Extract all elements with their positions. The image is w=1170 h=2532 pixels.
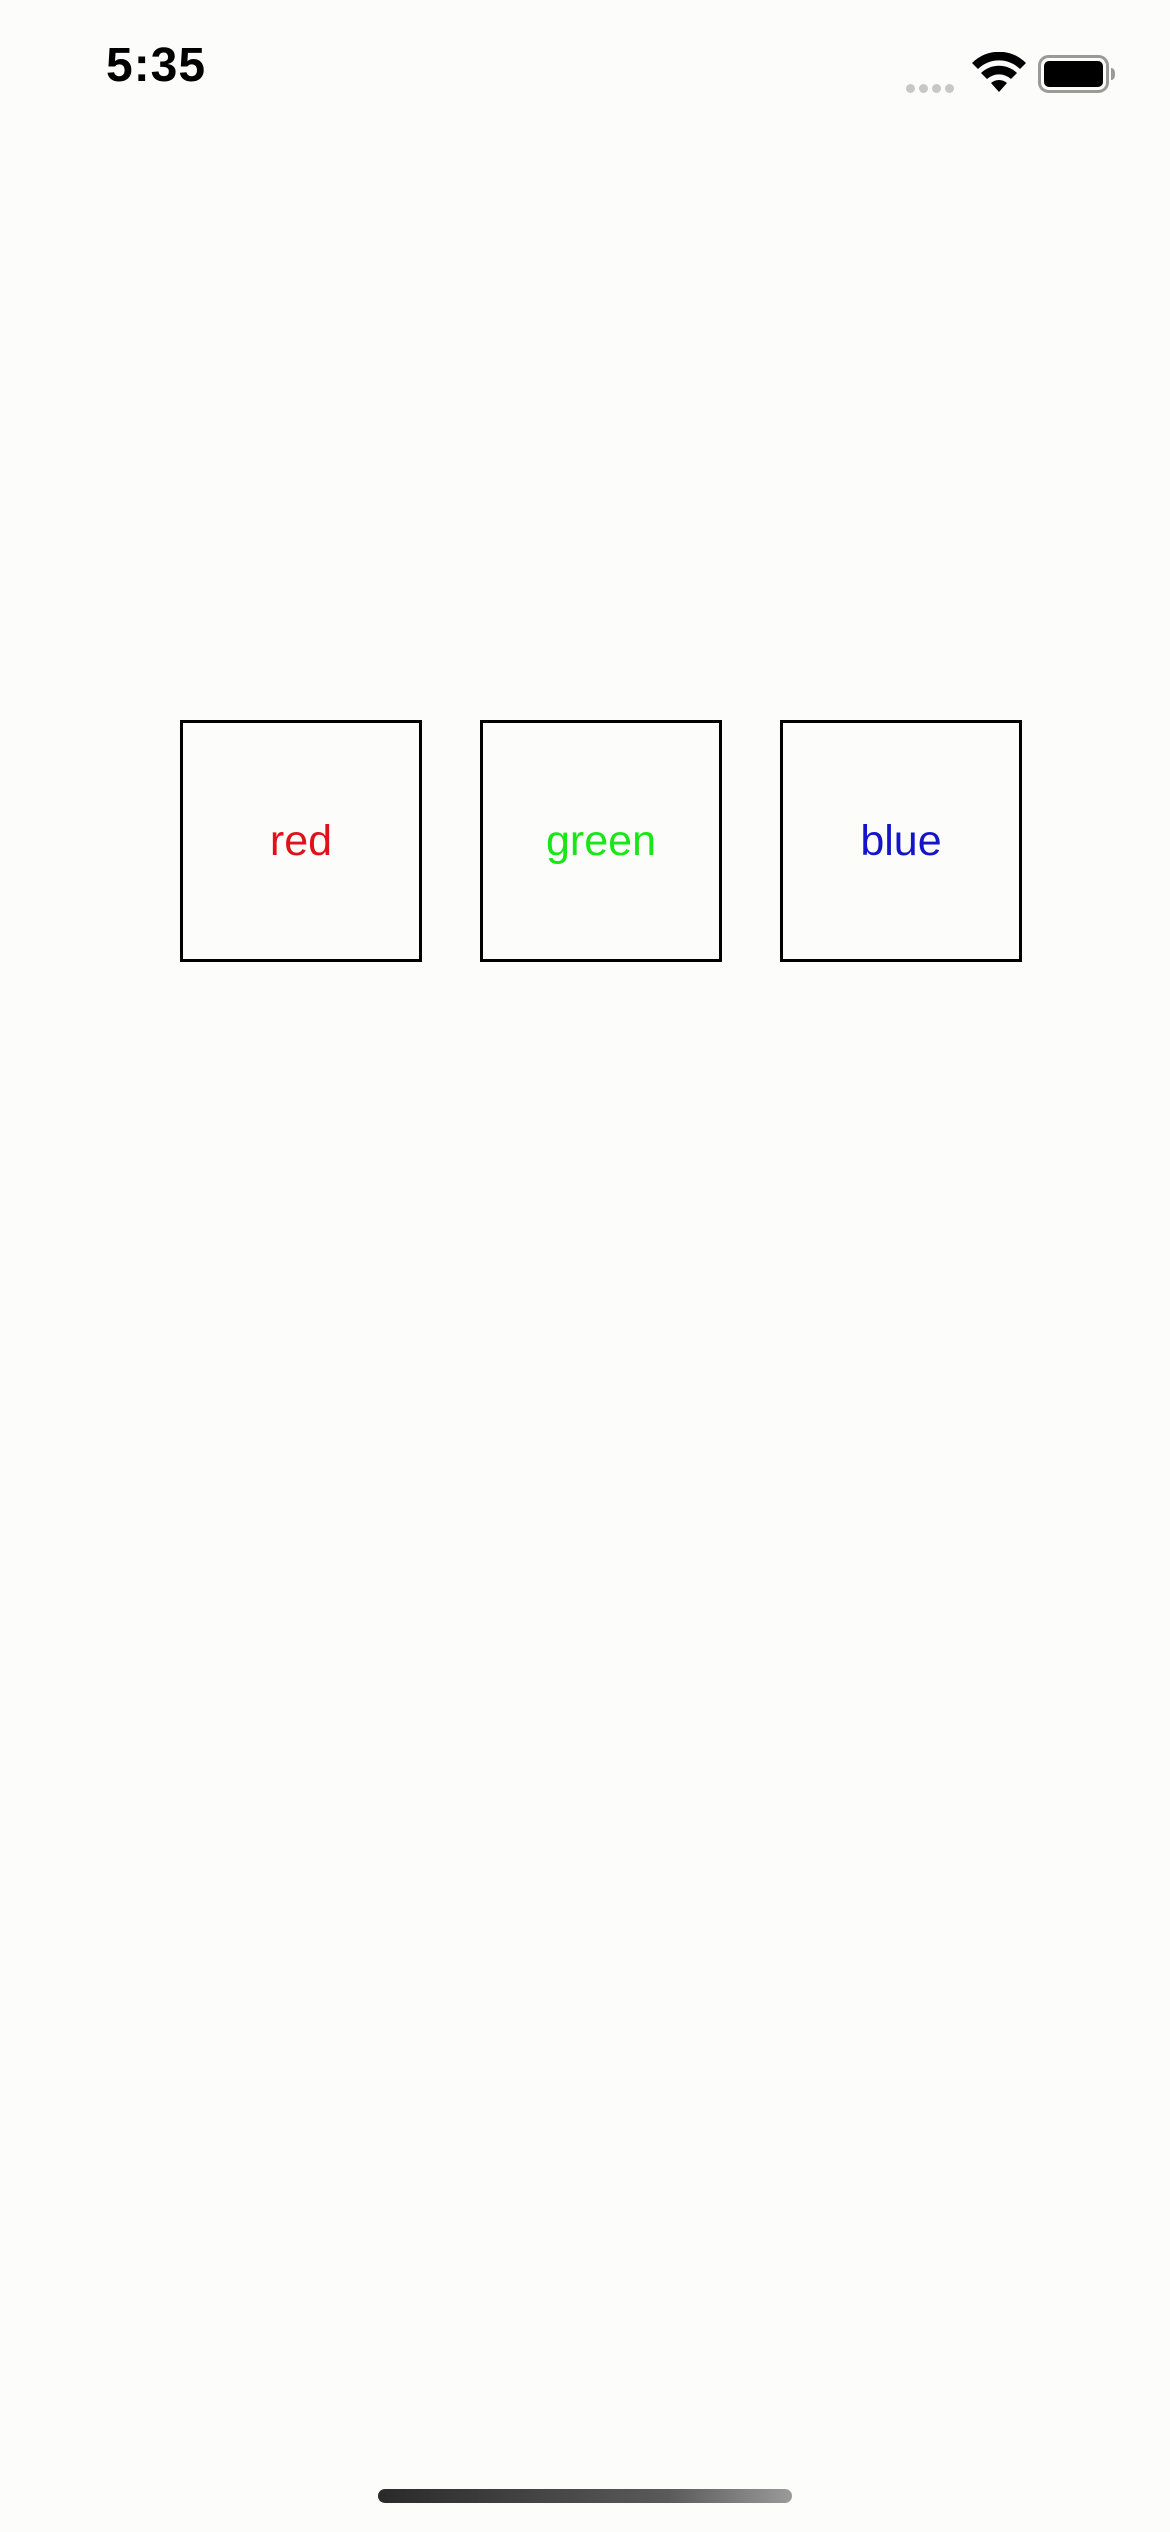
- cellular-signal-icon: [906, 80, 962, 93]
- red-box[interactable]: red: [180, 720, 422, 962]
- status-time: 5:35: [106, 39, 207, 92]
- green-box[interactable]: green: [480, 720, 722, 962]
- blue-box[interactable]: blue: [780, 720, 1022, 962]
- battery-icon: [1038, 55, 1115, 93]
- green-box-label: green: [546, 816, 656, 865]
- blue-box-label: blue: [860, 816, 942, 865]
- status-bar: 5:35: [0, 0, 1170, 150]
- app-screen: 5:35 red green blue: [0, 0, 1170, 2532]
- wifi-icon: [972, 52, 1026, 92]
- home-indicator[interactable]: [378, 2489, 792, 2503]
- red-box-label: red: [269, 816, 333, 865]
- color-box-row: red green blue: [180, 720, 1022, 962]
